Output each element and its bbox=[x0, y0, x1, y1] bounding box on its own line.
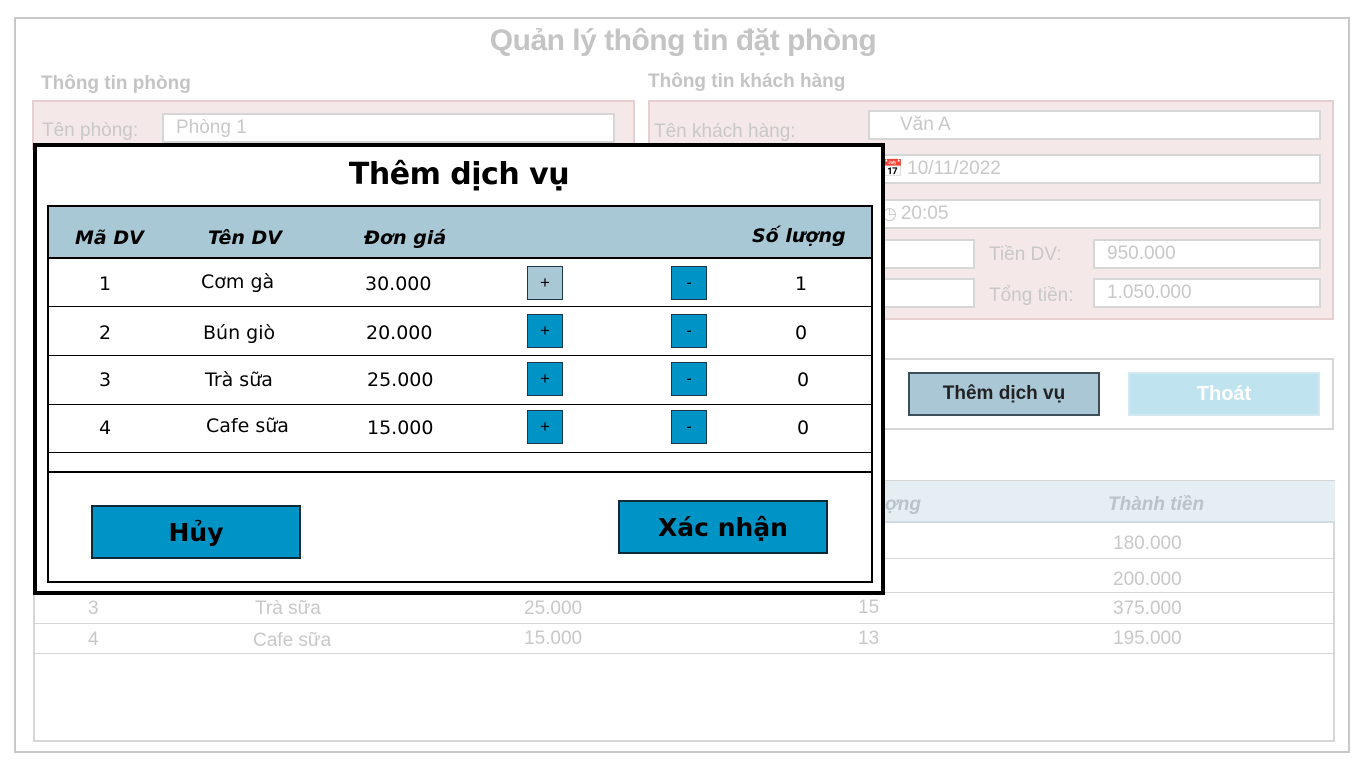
table-row: 3 Trà sữa 25.000 + - 0 bbox=[49, 357, 871, 405]
unit-price: 20.000 bbox=[366, 322, 433, 344]
table-row: 1 Cơm gà 30.000 + - 1 bbox=[49, 259, 871, 307]
dialog-table-header: Mã DV Tên DV Đơn giá Số lượng bbox=[49, 207, 871, 259]
row-divider bbox=[33, 623, 1335, 624]
room-name-value: Phòng 1 bbox=[176, 117, 247, 138]
table-cell-qty: 15 bbox=[858, 597, 880, 618]
unit-price: 15.000 bbox=[367, 417, 434, 439]
table-cell-qty: 13 bbox=[858, 628, 880, 649]
total-label: Tổng tiền: bbox=[989, 285, 1074, 306]
decrease-button[interactable]: - bbox=[671, 362, 707, 396]
total-value: 1.050.000 bbox=[1107, 282, 1192, 303]
service-name: Trà sữa bbox=[205, 369, 273, 391]
table-cell-total: 200.000 bbox=[1113, 569, 1182, 590]
room-name-label: Tên phòng: bbox=[42, 120, 139, 141]
customer-section-heading: Thông tin khách hàng bbox=[648, 71, 846, 92]
time-value: 20:05 bbox=[900, 203, 949, 224]
table-cell-total: 195.000 bbox=[1113, 628, 1182, 649]
service-fee-label: Tiền DV: bbox=[989, 244, 1062, 265]
room-section-heading: Thông tin phòng bbox=[41, 73, 191, 94]
row-divider bbox=[33, 653, 1335, 654]
service-fee-field[interactable]: 950.000 bbox=[1093, 239, 1321, 269]
cancel-button[interactable]: Hủy bbox=[91, 505, 301, 559]
calendar-icon[interactable]: 📅 bbox=[882, 159, 903, 179]
decrease-button[interactable]: - bbox=[671, 314, 707, 348]
table-row: 4 Cafe sữa 15.000 + - 0 bbox=[49, 405, 871, 453]
service-id: 4 bbox=[99, 417, 112, 439]
total-column-header: Thành tiền bbox=[1108, 494, 1205, 515]
decrease-button[interactable]: - bbox=[671, 266, 707, 300]
table-cell-name: Cafe sữa bbox=[253, 630, 332, 651]
service-name: Cafe sữa bbox=[206, 415, 289, 437]
date-value: 10/11/2022 bbox=[907, 158, 1001, 179]
increase-button[interactable]: + bbox=[527, 410, 563, 444]
increase-button[interactable]: + bbox=[527, 362, 563, 396]
service-fee-value: 950.000 bbox=[1107, 243, 1176, 264]
table-cell-id: 4 bbox=[88, 629, 99, 650]
table-cell-total: 180.000 bbox=[1113, 533, 1182, 554]
quantity-value: 1 bbox=[795, 273, 808, 295]
table-cell-name: Trà sữa bbox=[255, 598, 321, 619]
customer-name-label: Tên khách hàng: bbox=[654, 121, 796, 142]
header-service-id: Mã DV bbox=[75, 227, 144, 249]
table-row: 2 Bún giò 20.000 + - 0 bbox=[49, 308, 871, 356]
service-id: 3 bbox=[99, 369, 112, 391]
add-service-dialog: Thêm dịch vụ Mã DV Tên DV Đơn giá Số lượ… bbox=[33, 143, 885, 595]
unit-price: 30.000 bbox=[365, 273, 432, 295]
decrease-button[interactable]: - bbox=[671, 410, 707, 444]
time-field[interactable]: ◷ 20:05 bbox=[868, 199, 1321, 229]
qty-column-header: ợng bbox=[885, 494, 921, 515]
header-unit-price: Đơn giá bbox=[364, 227, 447, 249]
table-cell-price: 25.000 bbox=[524, 598, 583, 619]
table-cell-total: 375.000 bbox=[1113, 598, 1182, 619]
unit-price: 25.000 bbox=[367, 369, 434, 391]
quantity-value: 0 bbox=[797, 417, 810, 439]
page-title: Quản lý thông tin đặt phòng bbox=[489, 24, 877, 57]
date-field[interactable]: 📅 10/11/2022 bbox=[868, 154, 1321, 184]
dialog-content: Mã DV Tên DV Đơn giá Số lượng 1 Cơm gà 3… bbox=[47, 205, 873, 583]
add-service-button[interactable]: Thêm dịch vụ bbox=[908, 372, 1100, 416]
service-name: Bún giò bbox=[203, 322, 276, 344]
customer-name-value: Văn A bbox=[900, 114, 951, 135]
quantity-value: 0 bbox=[797, 369, 810, 391]
header-service-name: Tên DV bbox=[208, 227, 283, 249]
table-cell-id: 3 bbox=[88, 598, 99, 619]
header-quantity: Số lượng bbox=[752, 225, 846, 247]
dialog-title: Thêm dịch vụ bbox=[348, 157, 570, 192]
exit-button[interactable]: Thoát bbox=[1128, 372, 1320, 416]
service-id: 1 bbox=[99, 273, 112, 295]
customer-name-field[interactable]: Văn A bbox=[868, 110, 1321, 140]
increase-button[interactable]: + bbox=[527, 314, 563, 348]
service-name: Cơm gà bbox=[201, 271, 275, 293]
footer-divider bbox=[49, 471, 871, 473]
total-field[interactable]: 1.050.000 bbox=[1093, 278, 1321, 308]
room-name-field[interactable]: Phòng 1 bbox=[162, 113, 615, 143]
confirm-button[interactable]: Xác nhận bbox=[618, 500, 828, 554]
table-cell-price: 15.000 bbox=[524, 628, 583, 649]
quantity-value: 0 bbox=[795, 322, 808, 344]
service-id: 2 bbox=[99, 322, 112, 344]
increase-button[interactable]: + bbox=[527, 266, 563, 300]
